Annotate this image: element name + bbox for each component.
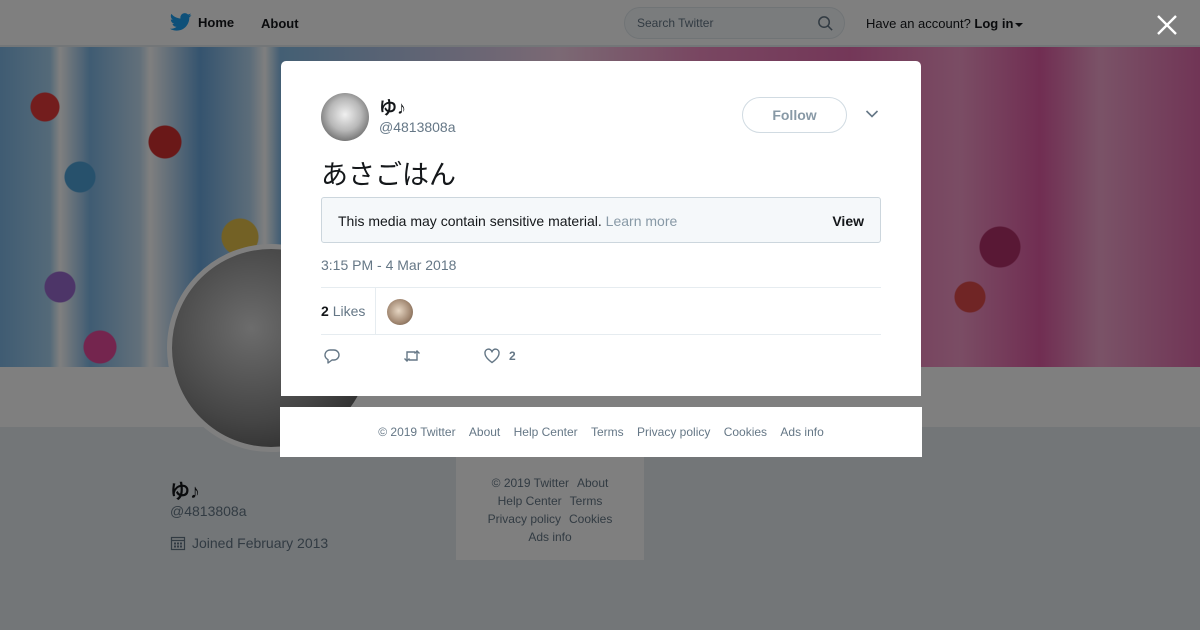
modal-footer-link-privacy[interactable]: Privacy policy	[637, 425, 710, 439]
close-icon[interactable]	[1154, 12, 1180, 38]
like-button[interactable]: 2	[483, 347, 516, 365]
tweet-text: あさごはん	[321, 160, 456, 191]
modal-footer-link-ads-info[interactable]: Ads info	[780, 425, 823, 439]
follow-button[interactable]: Follow	[742, 97, 847, 133]
sensitive-message: This media may contain sensitive materia…	[338, 213, 677, 229]
likes-stat[interactable]: 2 Likes	[321, 303, 365, 319]
reply-button[interactable]	[323, 347, 341, 365]
modal-footer: © 2019 Twitter About Help Center Terms P…	[280, 407, 922, 457]
sensitive-message-text: This media may contain sensitive materia…	[338, 213, 602, 229]
stats-divider	[375, 288, 376, 334]
modal-footer-link-cookies[interactable]: Cookies	[724, 425, 767, 439]
modal-footer-link-help-center[interactable]: Help Center	[514, 425, 578, 439]
reply-icon	[324, 349, 340, 364]
heart-icon	[484, 348, 500, 364]
tweet-author-avatar[interactable]	[321, 93, 369, 141]
learn-more-link[interactable]: Learn more	[606, 213, 678, 229]
tweet-author-handle[interactable]: @4813808a	[379, 119, 456, 135]
tweet-actions: 2	[321, 345, 881, 369]
tweet-stats: 2 Likes	[321, 287, 881, 335]
tweet-author-name[interactable]: ゆ♪	[379, 94, 406, 120]
likes-count: 2	[321, 303, 329, 319]
retweet-button[interactable]	[403, 347, 421, 365]
liker-avatar[interactable]	[387, 299, 413, 325]
chevron-down-icon[interactable]	[865, 109, 879, 119]
tweet-timestamp[interactable]: 3:15 PM - 4 Mar 2018	[321, 257, 456, 273]
like-action-count: 2	[509, 349, 516, 363]
modal-footer-link-about[interactable]: About	[469, 425, 500, 439]
retweet-icon	[404, 350, 420, 362]
sensitive-media-notice: This media may contain sensitive materia…	[321, 197, 881, 243]
tweet-modal: ゆ♪ @4813808a Follow あさごはん This media may…	[281, 61, 921, 396]
modal-footer-link-terms[interactable]: Terms	[591, 425, 624, 439]
likes-label: Likes	[332, 303, 366, 319]
modal-footer-copyright: © 2019 Twitter	[378, 425, 456, 439]
view-media-button[interactable]: View	[832, 213, 864, 229]
